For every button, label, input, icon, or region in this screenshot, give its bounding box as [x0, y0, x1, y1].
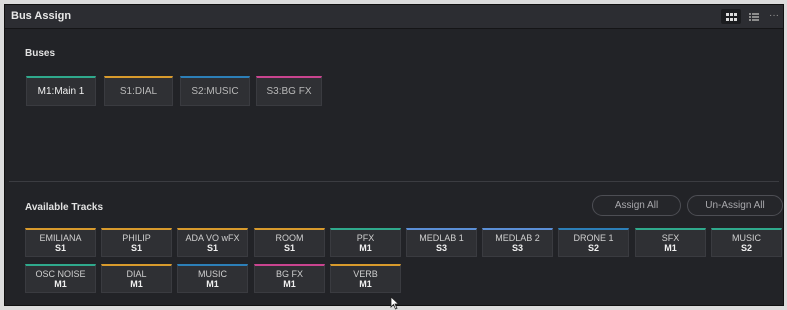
track-bus-assignment: M1 — [130, 279, 143, 289]
track-name: PHILIP — [122, 233, 151, 243]
track-tile[interactable]: MUSIC M1 — [177, 264, 248, 293]
track-name: MUSIC — [198, 269, 227, 279]
track-tile[interactable]: SFX M1 — [635, 228, 706, 257]
track-bus-assignment: M1 — [664, 243, 677, 253]
track-tile[interactable]: BG FX M1 — [254, 264, 325, 293]
track-tile[interactable]: DIAL M1 — [101, 264, 172, 293]
track-bus-assignment: M1 — [359, 279, 372, 289]
bus-button[interactable]: S3:BG FX — [256, 76, 322, 106]
track-name: BG FX — [275, 269, 303, 279]
track-name: MUSIC — [732, 233, 761, 243]
bus-button[interactable]: S1:DIAL — [104, 76, 173, 106]
assign-all-button[interactable]: Assign All — [592, 195, 681, 216]
available-tracks-label: Available Tracks — [25, 202, 104, 213]
list-view-icon[interactable] — [746, 9, 762, 24]
track-tile[interactable]: MUSIC S2 — [711, 228, 782, 257]
grid-view-icon[interactable] — [721, 9, 741, 24]
track-tile[interactable]: VERB M1 — [330, 264, 401, 293]
track-bus-assignment: S1 — [54, 243, 66, 253]
track-bus-assignment: S2 — [587, 243, 599, 253]
track-tile[interactable]: ADA VO wFX S1 — [177, 228, 248, 257]
track-bus-assignment: S3 — [511, 243, 523, 253]
track-name: ROOM — [275, 233, 304, 243]
track-name: SFX — [661, 233, 680, 243]
track-name: DRONE 1 — [573, 233, 614, 243]
more-options-icon[interactable]: ··· — [767, 9, 781, 24]
track-name: OSC NOISE — [35, 269, 86, 279]
track-tile[interactable]: OSC NOISE M1 — [25, 264, 96, 293]
track-bus-assignment: M1 — [54, 279, 67, 289]
track-bus-assignment: S3 — [435, 243, 447, 253]
track-name: VERB — [353, 269, 378, 279]
track-name: ADA VO wFX — [185, 233, 240, 243]
track-tile[interactable]: PHILIP S1 — [101, 228, 172, 257]
track-bus-assignment: S1 — [130, 243, 142, 253]
bus-assign-panel: Bus Assign ··· Buses M1:Main 1 S1:DIAL S2:… — [4, 4, 784, 306]
track-bus-assignment: M1 — [283, 279, 296, 289]
bus-button[interactable]: S2:MUSIC — [180, 76, 250, 106]
section-divider — [9, 181, 779, 182]
mouse-cursor-icon — [390, 296, 400, 310]
track-name: EMILIANA — [39, 233, 82, 243]
track-tile[interactable]: DRONE 1 S2 — [558, 228, 629, 257]
track-tile[interactable]: PFX M1 — [330, 228, 401, 257]
track-tile[interactable]: ROOM S1 — [254, 228, 325, 257]
track-bus-assignment: M1 — [206, 279, 219, 289]
track-tile[interactable]: MEDLAB 1 S3 — [406, 228, 477, 257]
unassign-all-button[interactable]: Un-Assign All — [687, 195, 783, 216]
track-bus-assignment: S1 — [283, 243, 295, 253]
track-bus-assignment: S2 — [740, 243, 752, 253]
panel-title: Bus Assign — [11, 10, 72, 22]
track-bus-assignment: S1 — [206, 243, 218, 253]
buses-label: Buses — [25, 48, 56, 59]
track-tile[interactable]: EMILIANA S1 — [25, 228, 96, 257]
panel-title-bar: Bus Assign ··· — [5, 5, 783, 29]
track-bus-assignment: M1 — [359, 243, 372, 253]
track-name: PFX — [356, 233, 375, 243]
track-name: DIAL — [126, 269, 147, 279]
track-tile[interactable]: MEDLAB 2 S3 — [482, 228, 553, 257]
bus-button[interactable]: M1:Main 1 — [26, 76, 96, 106]
track-name: MEDLAB 1 — [419, 233, 464, 243]
track-name: MEDLAB 2 — [495, 233, 540, 243]
